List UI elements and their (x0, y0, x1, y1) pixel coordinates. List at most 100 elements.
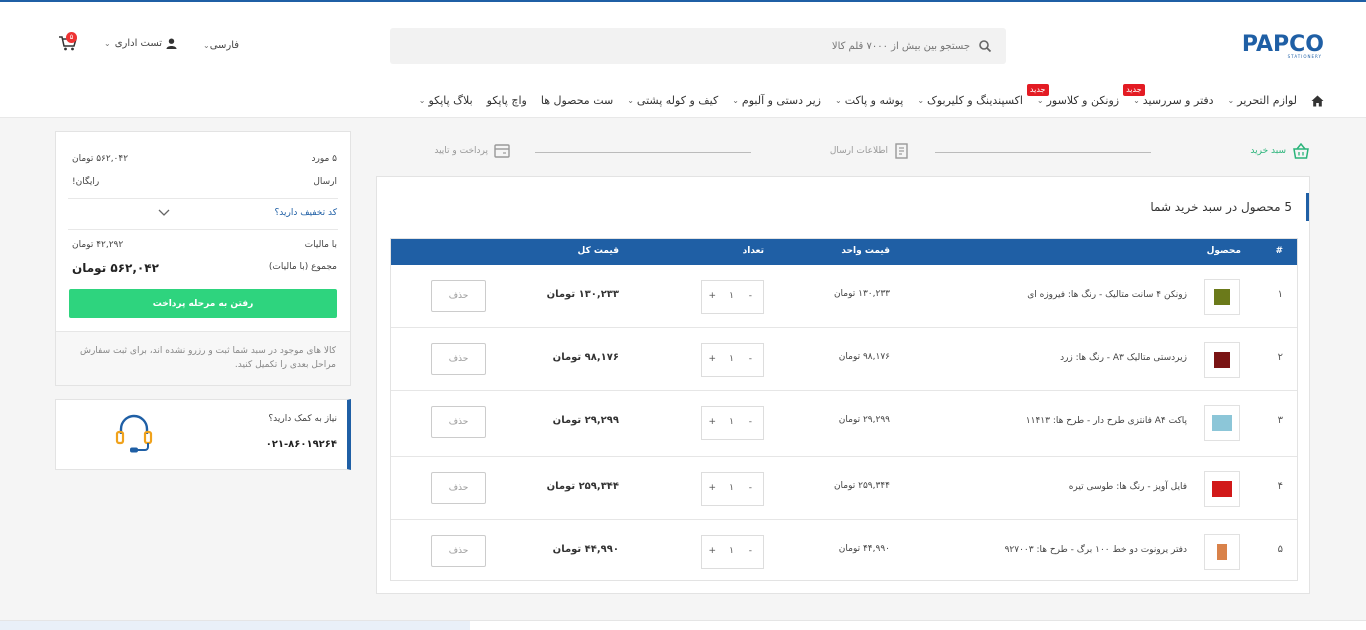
quantity-value[interactable]: ۱ (729, 354, 734, 364)
help-box: نیاز به کمک دارید؟ ۰۲۱-۸۶۰۱۹۲۶۴ (55, 399, 351, 470)
chevron-down-icon: ⌄ (203, 41, 210, 50)
menu-item-deskpads[interactable]: زیر دستی و آلبوم ⌄ (732, 94, 821, 107)
summary-divider (68, 229, 338, 230)
tax-value: ۴۲,۲۹۲ تومان (72, 240, 124, 250)
user-menu[interactable]: تست اداری ⌄ (104, 38, 177, 49)
product-image (1212, 481, 1232, 497)
chevron-down-icon: ⌄ (418, 96, 426, 105)
plus-button[interactable]: + (708, 483, 716, 493)
product-thumbnail[interactable] (1204, 279, 1240, 315)
product-name[interactable]: زیردستی متالیک A۳ - رنگ ها: زرد (1060, 353, 1187, 363)
papco-logo[interactable]: PAPCO STATIONERY (1242, 32, 1324, 60)
delete-button[interactable]: حذف (431, 280, 486, 312)
items-count: ۵ مورد (311, 154, 337, 164)
footer-strip (0, 620, 1366, 630)
new-badge: جدید (1123, 84, 1145, 96)
product-image (1212, 415, 1232, 431)
minus-button[interactable]: - (749, 354, 752, 364)
minus-button[interactable]: - (749, 483, 752, 493)
help-phone[interactable]: ۰۲۱-۸۶۰۱۹۲۶۴ (266, 439, 337, 450)
cart-panel: 5 محصول در سبد خرید شما # محصول قیمت واح… (376, 176, 1310, 594)
minus-button[interactable]: - (749, 291, 752, 301)
product-image (1214, 289, 1230, 305)
menu-item-expanding[interactable]: اکسپندینگ و کلیربوک ⌄ (917, 94, 1023, 107)
product-name[interactable]: زونکن ۴ سانت متالیک - رنگ ها: فیروزه ای (1027, 290, 1187, 300)
col-total: قیمت کل (577, 246, 619, 256)
proceed-to-payment-button[interactable]: رفتن به مرحله پرداخت (69, 289, 337, 318)
product-image (1217, 544, 1227, 560)
table-row: ۱ زونکن ۴ سانت متالیک - رنگ ها: فیروزه ا… (391, 265, 1297, 328)
product-thumbnail[interactable] (1204, 405, 1240, 441)
quantity-value[interactable]: ۱ (729, 483, 734, 493)
product-name[interactable]: پاکت A۴ فانتزی طرح دار - طرح ها: ۱۱۴۱۳ (1026, 416, 1187, 426)
chevron-down-icon: ⌄ (104, 39, 111, 48)
order-summary: ۵ مورد ۵۶۲,۰۴۲ تومان ارسال رایگان! کد تخ… (55, 131, 351, 386)
row-total: ۹۸,۱۷۶ تومان (552, 352, 619, 363)
row-total: ۲۹,۲۹۹ تومان (552, 415, 619, 426)
help-question: نیاز به کمک دارید؟ (268, 414, 337, 424)
menu-item-folders[interactable]: پوشه و پاکت ⌄ (835, 94, 903, 107)
delete-button[interactable]: حذف (431, 472, 486, 504)
menu-item-stationery[interactable]: لوازم التحریر ⌄ (1228, 94, 1297, 107)
quantity-value[interactable]: ۱ (729, 546, 734, 556)
table-row: ۴ فایل آویز - رنگ ها: طوسی تیره ۲۵۹,۳۴۴ … (391, 457, 1297, 520)
quantity-stepper: - ۱ + (701, 535, 764, 569)
quantity-stepper: - ۱ + (701, 472, 764, 506)
quantity-value[interactable]: ۱ (729, 291, 734, 301)
menu-label: زیر دستی و آلبوم (741, 94, 821, 107)
headset-icon (115, 414, 153, 453)
minus-button[interactable]: - (749, 546, 752, 556)
shipping-value: رایگان! (72, 177, 100, 187)
main-menu: لوازم التحریر ⌄ دفتر و سررسید ⌄ جدید زونکن … (419, 84, 1324, 107)
search-icon[interactable] (978, 39, 992, 53)
unit-price: ۲۹,۲۹۹ تومان (838, 415, 890, 425)
menu-item-sets[interactable]: ست محصول ها (541, 94, 613, 107)
delete-button[interactable]: حذف (431, 406, 486, 438)
step-label: اطلاعات ارسال (829, 146, 888, 156)
product-thumbnail[interactable] (1204, 534, 1240, 570)
user-icon (166, 38, 177, 49)
menu-item-blog[interactable]: بلاگ پاپکو ⌄ (419, 94, 473, 107)
plus-button[interactable]: + (708, 354, 716, 364)
row-index: ۱ (1277, 289, 1283, 300)
menu-home[interactable] (1311, 94, 1324, 107)
unit-price: ۴۴,۹۹۰ تومان (838, 544, 890, 554)
menu-item-binders[interactable]: زونکن و کلاسور ⌄ جدید (1026, 84, 1119, 107)
total-value: ۵۶۲,۰۴۲ تومان (72, 261, 159, 275)
row-total: ۲۵۹,۳۴۴ تومان (546, 481, 619, 492)
table-row: ۵ دفتر یرونوت دو خط ۱۰۰ برگ - طرح ها: ۹۲… (391, 520, 1297, 580)
product-name[interactable]: دفتر یرونوت دو خط ۱۰۰ برگ - طرح ها: ۹۲۷۰… (1005, 545, 1187, 555)
chevron-down-icon: ⌄ (834, 96, 842, 105)
product-thumbnail[interactable] (1204, 342, 1240, 378)
home-icon (1311, 95, 1324, 106)
menu-label: دفتر و سررسید (1142, 94, 1214, 107)
step-shipping: اطلاعات ارسال (830, 143, 910, 159)
plus-button[interactable]: + (708, 546, 716, 556)
delete-button[interactable]: حذف (431, 343, 486, 375)
menu-label: اکسپندینگ و کلیربوک (927, 94, 1023, 107)
chevron-down-icon: ⌄ (1036, 96, 1044, 105)
menu-item-watch[interactable]: واچ پاپکو (487, 94, 527, 107)
menu-item-bags[interactable]: کیف و کوله پشتی ⌄ (627, 94, 718, 107)
language-select[interactable]: فارسی⌄ (203, 40, 239, 51)
product-thumbnail[interactable] (1204, 471, 1240, 507)
col-unit-price: قیمت واحد (841, 246, 890, 256)
menu-item-notebooks[interactable]: دفتر و سررسید ⌄ جدید (1123, 84, 1214, 107)
product-name[interactable]: فایل آویز - رنگ ها: طوسی تیره (1069, 482, 1187, 492)
user-name: تست اداری (114, 38, 163, 49)
chevron-down-icon: ⌄ (627, 96, 634, 105)
quantity-stepper: - ۱ + (701, 406, 764, 440)
quantity-value[interactable]: ۱ (729, 417, 734, 427)
delete-button[interactable]: حذف (431, 535, 486, 567)
unit-price: ۲۵۹,۳۴۴ تومان (833, 481, 890, 491)
discount-label: کد تخفیف دارید؟ (274, 208, 338, 218)
new-badge: جدید (1026, 84, 1049, 96)
minus-button[interactable]: - (749, 417, 752, 427)
col-product: محصول (1206, 246, 1241, 256)
table-row: ۲ زیردستی متالیک A۳ - رنگ ها: زرد ۹۸,۱۷۶… (391, 328, 1297, 391)
search-input[interactable] (410, 35, 970, 57)
plus-button[interactable]: + (708, 417, 716, 427)
checkout-steps: سبد خرید اطلاعات ارسال پرداخت و تایید (376, 138, 1310, 168)
plus-button[interactable]: + (708, 291, 716, 301)
chevron-down-icon: ⌄ (917, 96, 925, 105)
